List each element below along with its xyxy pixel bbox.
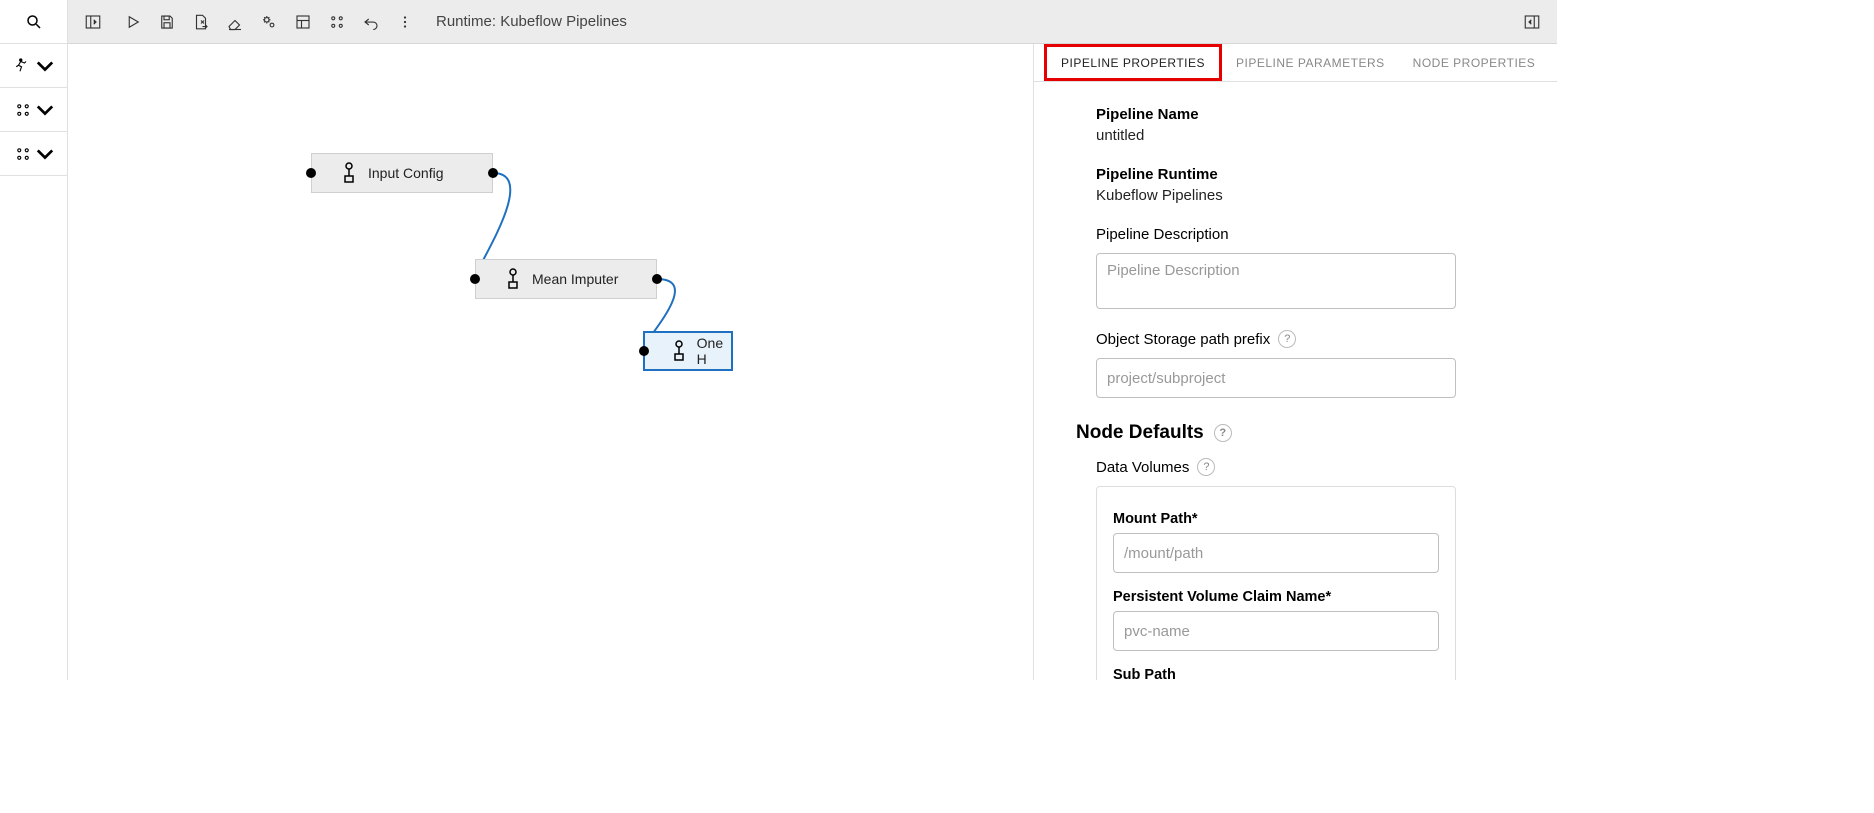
toolbar: Runtime: Kubeflow Pipelines — [68, 0, 1557, 44]
pipeline-runtime-value: Kubeflow Pipelines — [1096, 187, 1505, 204]
clear-button[interactable] — [218, 5, 252, 39]
export-button[interactable] — [184, 5, 218, 39]
pipeline-runtime-label: Pipeline Runtime — [1096, 166, 1505, 183]
layout-button[interactable] — [286, 5, 320, 39]
pvc-input[interactable] — [1113, 611, 1439, 651]
panel-right-button[interactable] — [1515, 5, 1549, 39]
panel-tabs: PIPELINE PROPERTIES PIPELINE PARAMETERS … — [1034, 44, 1557, 82]
node-type-icon — [502, 268, 524, 290]
runtime-label: Runtime: Kubeflow Pipelines — [436, 13, 627, 30]
erase-icon — [226, 13, 244, 31]
runner-icon — [14, 57, 32, 75]
panel-right-icon — [1523, 13, 1541, 31]
port-in[interactable] — [470, 274, 480, 284]
play-icon — [124, 13, 142, 31]
pipeline-name-value: untitled — [1096, 127, 1505, 144]
gears-icon — [260, 13, 278, 31]
more-button[interactable] — [388, 5, 422, 39]
search-icon — [25, 13, 43, 31]
help-icon[interactable]: ? — [1214, 424, 1232, 442]
data-volumes-label: Data Volumes ? — [1096, 458, 1505, 476]
subpath-label: Sub Path — [1113, 667, 1439, 680]
node-type-icon — [338, 162, 360, 184]
pipeline-name-label: Pipeline Name — [1096, 106, 1505, 123]
pvc-label: Persistent Volume Claim Name* — [1113, 589, 1439, 605]
mount-path-input[interactable] — [1113, 533, 1439, 573]
help-icon[interactable]: ? — [1197, 458, 1215, 476]
storage-prefix-label: Object Storage path prefix ? — [1096, 330, 1505, 348]
components-icon — [14, 101, 32, 119]
mount-path-label: Mount Path* — [1113, 511, 1439, 527]
port-out[interactable] — [652, 274, 662, 284]
arrange-icon — [328, 13, 346, 31]
dots-vertical-icon — [396, 13, 414, 31]
panel-left-button[interactable] — [76, 5, 110, 39]
node-defaults-header: Node Defaults ? — [1076, 422, 1505, 444]
node-mean-imputer[interactable]: Mean Imputer — [475, 259, 657, 299]
chevron-down-icon — [36, 101, 54, 119]
pipeline-canvas[interactable]: Input Config Mean Imputer On — [68, 44, 1033, 680]
export-icon — [192, 13, 210, 31]
palette-runtimes-button[interactable] — [0, 44, 67, 88]
save-icon — [158, 13, 176, 31]
node-type-icon — [670, 340, 689, 362]
port-in[interactable] — [639, 346, 649, 356]
port-out[interactable] — [488, 168, 498, 178]
undo-button[interactable] — [354, 5, 388, 39]
node-one-h[interactable]: One H — [643, 331, 733, 371]
palette-components-button[interactable] — [0, 88, 67, 132]
data-volume-item: Mount Path* Persistent Volume Claim Name… — [1096, 486, 1456, 680]
tab-node-properties[interactable]: NODE PROPERTIES — [1399, 44, 1550, 81]
run-button[interactable] — [116, 5, 150, 39]
pipeline-description-label: Pipeline Description — [1096, 226, 1505, 243]
canvas-edges — [68, 44, 1033, 680]
help-icon[interactable]: ? — [1278, 330, 1296, 348]
properties-panel: PIPELINE PROPERTIES PIPELINE PARAMETERS … — [1033, 44, 1557, 680]
search-button[interactable] — [0, 0, 67, 44]
palette-components-alt-button[interactable] — [0, 132, 67, 176]
pipeline-description-input[interactable] — [1096, 253, 1456, 309]
save-button[interactable] — [150, 5, 184, 39]
panel-left-icon — [84, 13, 102, 31]
node-label: One H — [697, 335, 731, 367]
storage-prefix-input[interactable] — [1096, 358, 1456, 398]
port-in[interactable] — [306, 168, 316, 178]
components-icon — [14, 145, 32, 163]
undo-icon — [362, 13, 380, 31]
node-input-config[interactable]: Input Config — [311, 153, 493, 193]
chevron-down-icon — [36, 57, 54, 75]
tab-pipeline-properties[interactable]: PIPELINE PROPERTIES — [1044, 44, 1222, 81]
panel-body[interactable]: Pipeline Name untitled Pipeline Runtime … — [1034, 82, 1557, 680]
tab-pipeline-parameters[interactable]: PIPELINE PARAMETERS — [1222, 44, 1399, 81]
chevron-down-icon — [36, 145, 54, 163]
left-rail — [0, 0, 68, 680]
node-label: Input Config — [368, 165, 444, 181]
settings-button[interactable] — [252, 5, 286, 39]
layout-icon — [294, 13, 312, 31]
arrange-button[interactable] — [320, 5, 354, 39]
node-label: Mean Imputer — [532, 271, 618, 287]
